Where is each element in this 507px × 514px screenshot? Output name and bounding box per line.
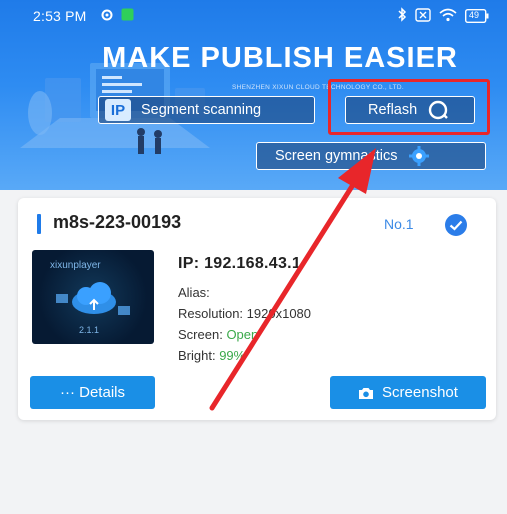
- device-alias: Alias:: [178, 285, 210, 300]
- screen-gymnastics-button[interactable]: Screen gymnastics: [256, 142, 486, 170]
- screenshot-button[interactable]: Screenshot: [330, 376, 486, 409]
- annotation-highlight-box: [328, 79, 490, 135]
- status-time: 2:53 PM: [33, 8, 87, 24]
- bright-value: 99%: [219, 348, 246, 363]
- wifi-icon: [439, 8, 457, 25]
- selected-check-icon[interactable]: [444, 213, 468, 242]
- camera-icon: [359, 387, 374, 399]
- screen-value: Open: [226, 327, 259, 342]
- battery-level: 49: [469, 10, 480, 20]
- settings-icon: [100, 8, 114, 25]
- segment-scanning-button[interactable]: IP Segment scanning: [98, 96, 315, 124]
- device-card[interactable]: m8s-223-00193 No.1 xixunplayer 2.1.1 IP:…: [18, 198, 496, 420]
- x-box-icon: [415, 7, 431, 25]
- device-name: m8s-223-00193: [53, 212, 182, 232]
- device-thumbnail: xixunplayer 2.1.1: [32, 250, 154, 344]
- device-screen: Screen: Open: [178, 324, 311, 345]
- bright-label: Bright:: [178, 348, 216, 363]
- device-number: No.1: [384, 216, 414, 232]
- app-notification-icon: [121, 8, 134, 24]
- screen-label: Screen:: [178, 327, 223, 342]
- details-button[interactable]: ··· Details: [30, 376, 155, 409]
- card-accent-bar: [37, 214, 41, 234]
- gear-icon: [408, 145, 430, 167]
- resolution-value: 1920x1080: [246, 306, 312, 321]
- cloud-icon: [56, 282, 130, 315]
- thumbnail-app-name: xixunplayer: [50, 260, 101, 271]
- header-banner: 2:53 PM 49 MAKE PUBLISH EASIER SHENZHEN …: [0, 0, 507, 190]
- bluetooth-icon: [397, 7, 407, 25]
- screen-gymnastics-label: Screen gymnastics: [275, 148, 398, 164]
- device-resolution: Resolution: 1920x1080: [178, 303, 311, 324]
- thumbnail-version: 2.1.1: [79, 325, 100, 335]
- resolution-label: Resolution:: [178, 306, 244, 321]
- screenshot-label: Screenshot: [382, 384, 458, 401]
- banner-headline: MAKE PUBLISH EASIER: [102, 42, 458, 74]
- device-ip: IP: 192.168.43.1: [178, 255, 302, 272]
- device-bright: Bright: 99%: [178, 345, 311, 366]
- ip-badge-icon: IP: [105, 99, 131, 121]
- battery-icon: 49: [464, 8, 489, 24]
- segment-scanning-label: Segment scanning: [141, 102, 262, 118]
- status-bar: 2:53 PM 49: [0, 0, 507, 30]
- device-info: IP: 192.168.43.1 Alias: Resolution: 1920…: [178, 255, 311, 366]
